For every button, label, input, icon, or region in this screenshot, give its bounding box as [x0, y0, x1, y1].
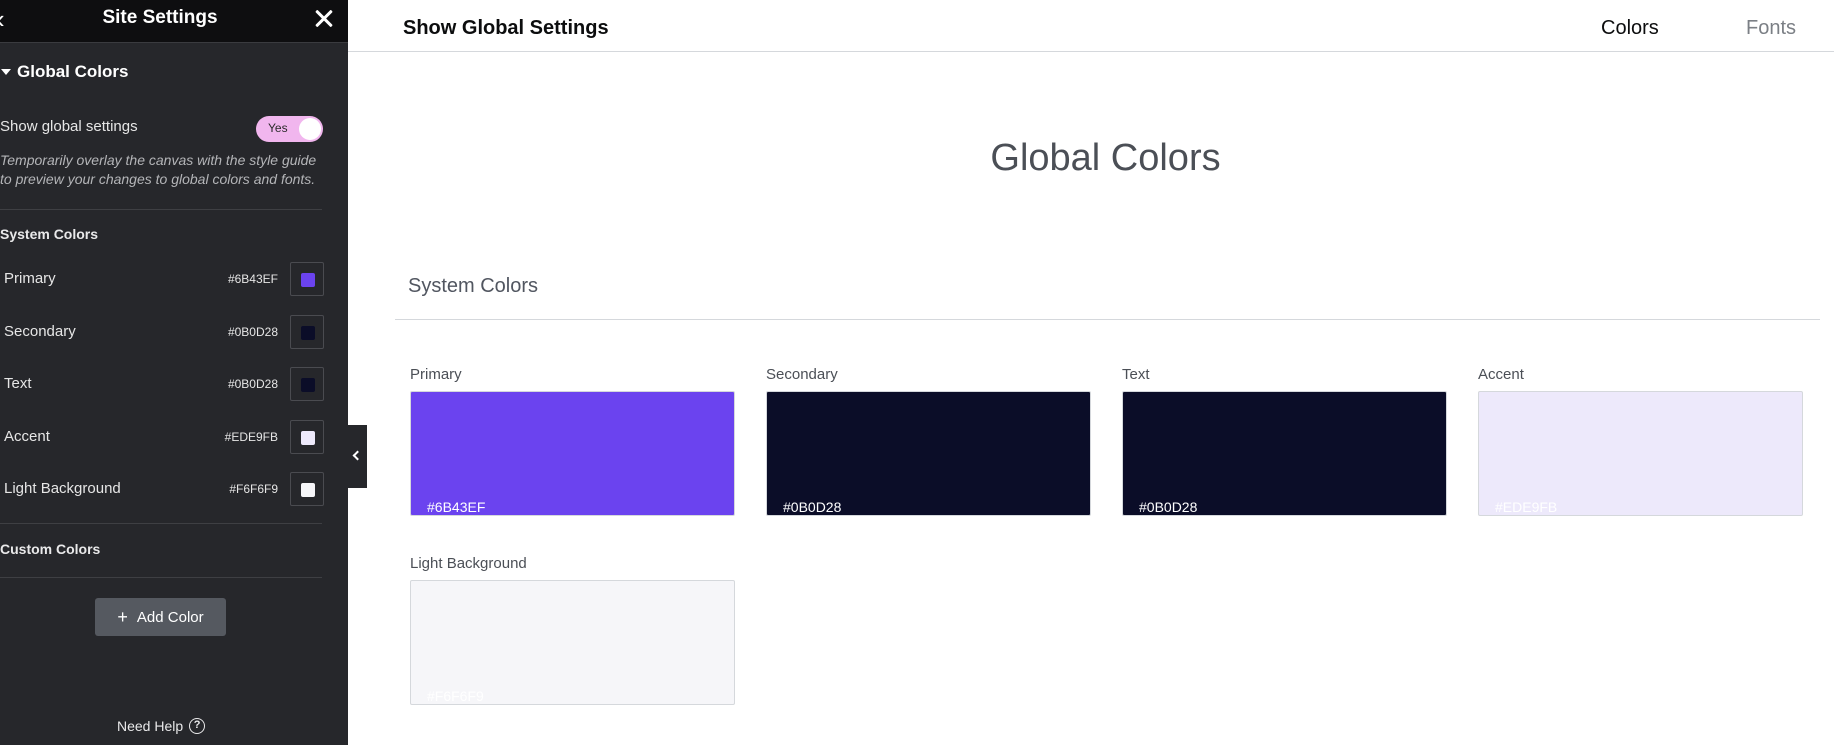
- system-colors-title: System Colors: [0, 226, 99, 242]
- add-color-button[interactable]: + Add Color: [95, 598, 226, 636]
- color-swatch: [301, 431, 315, 445]
- global-colors-section-toggle[interactable]: Global Colors: [0, 60, 128, 84]
- color-name: Primary: [4, 270, 56, 287]
- section-title: Global Colors: [17, 62, 129, 81]
- color-card-hex: #6B43EF: [427, 499, 486, 515]
- show-global-settings-toggle[interactable]: Yes: [256, 116, 323, 142]
- color-card-swatch[interactable]: #0B0D28: [766, 391, 1091, 516]
- color-card-hex: #0B0D28: [783, 499, 842, 515]
- color-hex: #0B0D28: [227, 325, 278, 339]
- color-swatch: [301, 378, 315, 392]
- tab-fonts[interactable]: Fonts: [1746, 17, 1796, 40]
- plus-icon: +: [117, 607, 128, 627]
- color-name: Secondary: [4, 323, 76, 340]
- add-color-label: Add Color: [136, 608, 204, 626]
- site-settings-panel: ‹ Site Settings Global Colors Show globa…: [0, 0, 348, 745]
- color-hex: #EDE9FB: [224, 430, 278, 444]
- color-picker-button[interactable]: [290, 367, 324, 401]
- panel-title: Site Settings: [102, 7, 218, 28]
- color-card-hex: #0B0D28: [1139, 499, 1198, 515]
- color-card-label: Secondary: [766, 366, 838, 383]
- caret-down-icon: [1, 69, 11, 75]
- need-help-label: Need Help: [117, 718, 184, 734]
- color-row-accent[interactable]: Accent #EDE9FB: [4, 420, 324, 454]
- color-card-primary: Primary #6B43EF: [410, 366, 735, 526]
- color-row-text[interactable]: Text #0B0D28: [4, 367, 324, 401]
- color-hex: #6B43EF: [227, 272, 278, 286]
- color-card-light-background: Light Background #F6F6F9: [410, 555, 735, 715]
- color-card-hex: #F6F6F9: [427, 688, 484, 704]
- color-card-label: Text: [1122, 366, 1150, 383]
- color-card-swatch[interactable]: #EDE9FB: [1478, 391, 1803, 516]
- color-hex: #F6F6F9: [229, 482, 278, 496]
- question-icon: ?: [189, 718, 206, 734]
- close-icon[interactable]: [310, 4, 338, 32]
- style-guide-header: Show Global Settings Colors Fonts: [348, 0, 1834, 52]
- color-name: Accent: [4, 428, 50, 445]
- color-card-hex: #EDE9FB: [1495, 499, 1558, 515]
- divider: [395, 319, 1820, 320]
- color-card-label: Primary: [410, 366, 462, 383]
- collapse-panel-button[interactable]: [348, 425, 367, 488]
- color-card-swatch[interactable]: #0B0D28: [1122, 391, 1447, 516]
- color-row-primary[interactable]: Primary #6B43EF: [4, 262, 324, 296]
- color-picker-button[interactable]: [290, 472, 324, 506]
- color-row-light-background[interactable]: Light Background #F6F6F9: [4, 472, 324, 506]
- tab-colors[interactable]: Colors: [1601, 17, 1659, 40]
- system-colors-heading: System Colors: [408, 275, 539, 297]
- color-row-secondary[interactable]: Secondary #0B0D28: [4, 315, 324, 349]
- need-help-link[interactable]: Need Help ?: [117, 718, 206, 734]
- color-swatch: [301, 273, 315, 287]
- color-name: Text: [4, 375, 32, 392]
- color-swatch: [301, 483, 315, 497]
- color-swatch: [301, 326, 315, 340]
- color-card-secondary: Secondary #0B0D28: [766, 366, 1091, 526]
- show-global-settings-label: Show global settings: [0, 118, 138, 135]
- header-title: Show Global Settings: [403, 17, 609, 39]
- toggle-value: Yes: [268, 121, 288, 135]
- color-picker-button[interactable]: [290, 315, 324, 349]
- help-text: Temporarily overlay the canvas with the …: [0, 152, 317, 187]
- color-card-accent: Accent #EDE9FB: [1478, 366, 1803, 526]
- color-card-text: Text #0B0D28: [1122, 366, 1447, 526]
- color-name: Light Background: [4, 480, 121, 497]
- color-picker-button[interactable]: [290, 262, 324, 296]
- custom-colors-title: Custom Colors: [0, 541, 101, 557]
- page-title: Global Colors: [990, 137, 1221, 179]
- show-global-settings-row: Show global settings Yes: [0, 116, 324, 142]
- panel-header: ‹ Site Settings: [0, 0, 348, 43]
- color-card-label: Light Background: [410, 555, 527, 572]
- color-picker-button[interactable]: [290, 420, 324, 454]
- color-card-swatch[interactable]: #F6F6F9: [410, 580, 735, 705]
- toggle-knob: [299, 118, 321, 140]
- divider: [0, 523, 322, 524]
- chevron-left-icon: [352, 450, 363, 461]
- color-card-label: Accent: [1478, 366, 1524, 383]
- color-card-swatch[interactable]: #6B43EF: [410, 391, 735, 516]
- color-hex: #0B0D28: [227, 377, 278, 391]
- site-settings-screen: ‹ Site Settings Global Colors Show globa…: [0, 0, 1834, 745]
- divider: [0, 577, 322, 578]
- divider: [0, 209, 322, 210]
